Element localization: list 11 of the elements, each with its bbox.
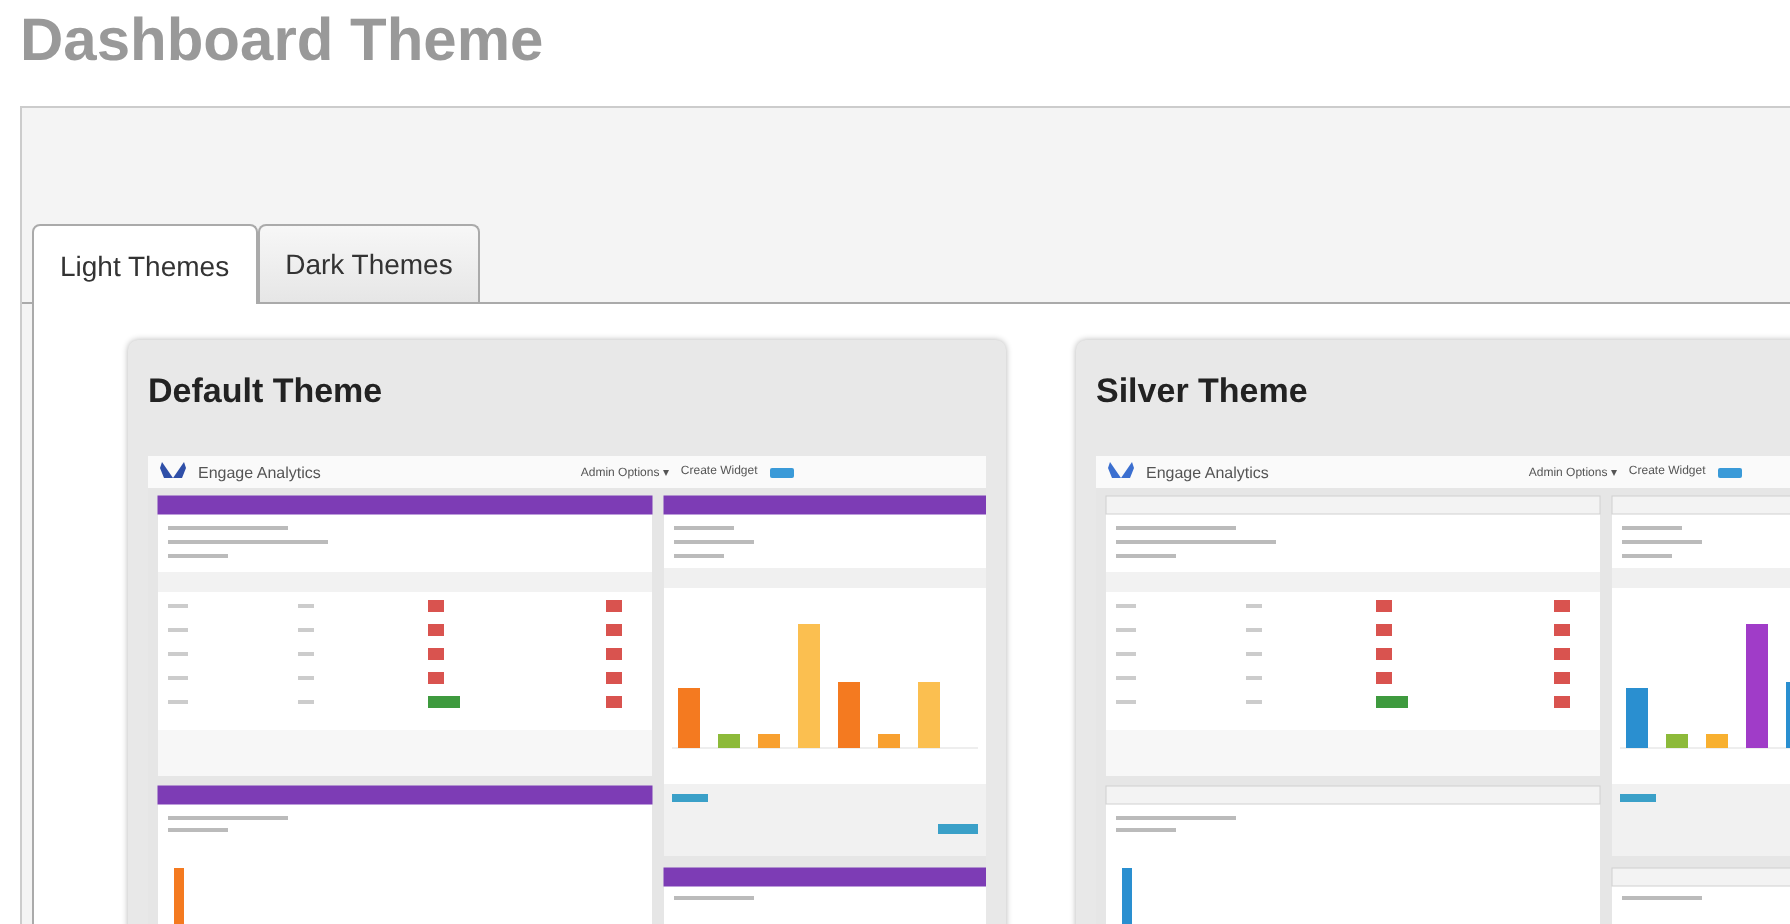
app-name: Engage Analytics — [1146, 463, 1269, 481]
theme-tab[interactable]: Dark Themes — [257, 224, 481, 302]
butterfly-logo-icon — [1108, 462, 1134, 482]
badge-drawing — [1717, 467, 1742, 477]
theme-name: Silver Theme — [1096, 372, 1310, 414]
butterfly-logo-icon — [160, 462, 186, 482]
theme-name: Default Theme — [148, 372, 385, 414]
badge-drawing — [769, 467, 794, 477]
app-name: Engage Analytics — [198, 463, 321, 481]
theme-tab[interactable]: Light Themes — [32, 224, 258, 304]
page-title: Dashboard Theme — [18, 6, 546, 78]
